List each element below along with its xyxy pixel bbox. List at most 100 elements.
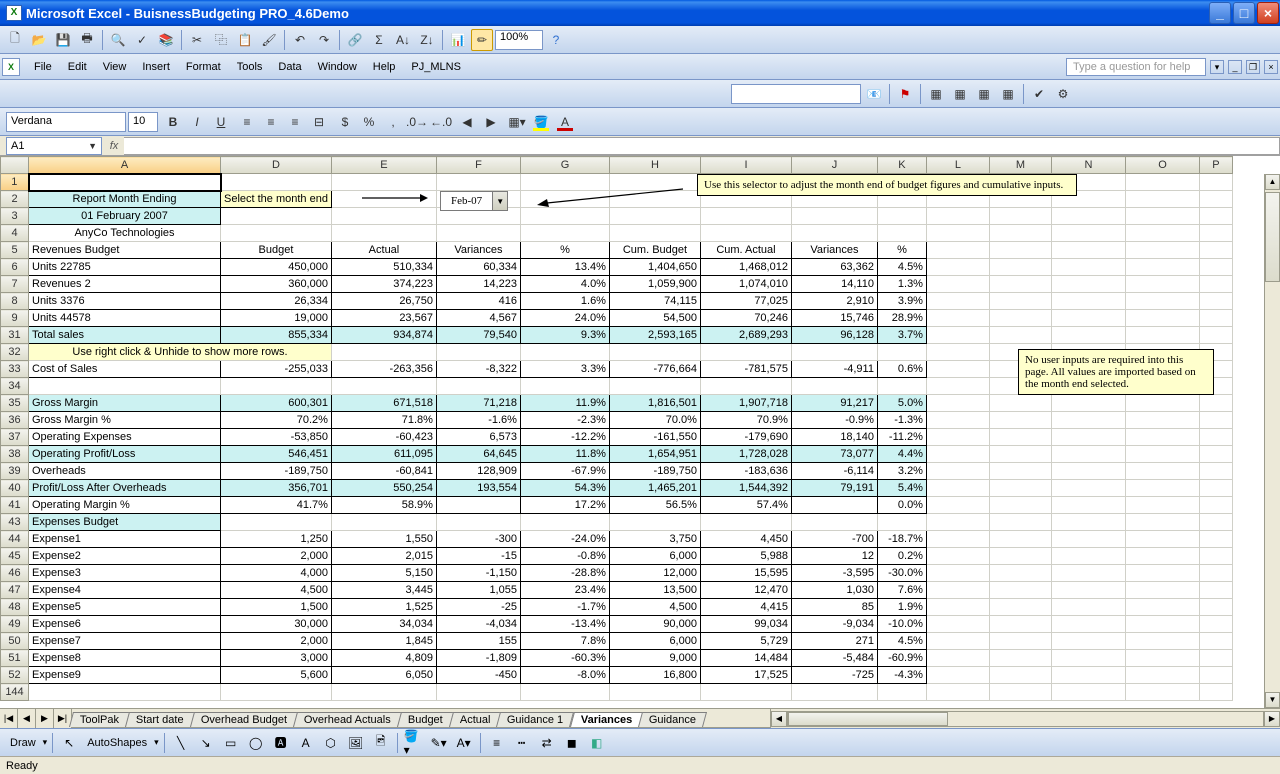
zoom-combo[interactable]: 100%	[495, 30, 543, 50]
new-icon[interactable]: 🗋	[4, 29, 26, 51]
arrow-style-icon[interactable]: ⇄	[536, 732, 558, 754]
menu-data[interactable]: Data	[270, 59, 309, 75]
underline-icon[interactable]: U	[210, 111, 232, 133]
hyperlink-icon[interactable]: 🔗	[344, 29, 366, 51]
pointer-icon[interactable]: ↖	[58, 732, 80, 754]
grid-table[interactable]: ADEFGHIJKLMNOP12Report Month EndingSelec…	[0, 156, 1233, 701]
currency-icon[interactable]: $	[334, 111, 356, 133]
hscroll-left-button[interactable]: ◀	[771, 711, 787, 727]
line-icon[interactable]: ╲	[170, 732, 192, 754]
unknown-combo[interactable]	[731, 84, 861, 104]
tab-guidance[interactable]: Guidance	[638, 712, 707, 727]
grid-icon-1[interactable]: ▦	[925, 83, 947, 105]
line-style-icon[interactable]: ≡	[486, 732, 508, 754]
percent-icon[interactable]: %	[358, 111, 380, 133]
grid-icon-2[interactable]: ▦	[949, 83, 971, 105]
wb-restore[interactable]: ❐	[1246, 60, 1260, 74]
comma-icon[interactable]: ,	[382, 111, 404, 133]
tab-start-date[interactable]: Start date	[125, 712, 195, 727]
font-color-icon[interactable]: A	[554, 111, 576, 133]
3d-icon[interactable]: ◧	[586, 732, 608, 754]
spelling-icon[interactable]: ✓	[131, 29, 153, 51]
copy-icon[interactable]: ⿻	[210, 29, 232, 51]
tab-toolpak[interactable]: ToolPak	[69, 712, 130, 727]
menu-file[interactable]: File	[26, 59, 60, 75]
flag-icon[interactable]: ⚑	[894, 83, 916, 105]
font-name-combo[interactable]: Verdana	[6, 112, 126, 132]
chevron-down-icon[interactable]: ▼	[492, 192, 507, 210]
chart-icon[interactable]: 📊	[447, 29, 469, 51]
textbox-icon[interactable]: 🅰	[270, 732, 292, 754]
merge-center-icon[interactable]: ⊟	[308, 111, 330, 133]
tab-budget[interactable]: Budget	[397, 712, 454, 727]
help-icon[interactable]: ?	[545, 29, 567, 51]
picture-icon[interactable]: 🖻	[370, 732, 392, 754]
decrease-indent-icon[interactable]: ◀	[456, 111, 478, 133]
fx-icon[interactable]: fx	[104, 140, 124, 152]
minimize-button[interactable]: _	[1209, 2, 1231, 24]
format-painter-icon[interactable]: 🖌	[258, 29, 280, 51]
menu-insert[interactable]: Insert	[134, 59, 178, 75]
open-icon[interactable]: 📂	[28, 29, 50, 51]
print-icon[interactable]: 🖶	[76, 29, 98, 51]
hscroll-thumb[interactable]	[788, 712, 948, 726]
align-left-icon[interactable]: ≡	[236, 111, 258, 133]
vertical-scrollbar[interactable]: ▲ ▼	[1264, 174, 1280, 708]
diagram-icon[interactable]: ⬡	[320, 732, 342, 754]
formula-bar[interactable]	[124, 137, 1280, 155]
scroll-down-button[interactable]: ▼	[1265, 692, 1280, 708]
wordart-icon[interactable]: A	[295, 732, 317, 754]
toolbar-btn-y[interactable]: ⚙	[1052, 83, 1074, 105]
print-preview-icon[interactable]: 🔍	[107, 29, 129, 51]
close-button[interactable]: ×	[1257, 2, 1279, 24]
autosum-icon[interactable]: Σ	[368, 29, 390, 51]
tab-first-button[interactable]: |◀	[0, 709, 18, 728]
grid-icon-4[interactable]: ▦	[997, 83, 1019, 105]
borders-icon[interactable]: ▦▾	[506, 111, 528, 133]
grid-icon-3[interactable]: ▦	[973, 83, 995, 105]
horizontal-scrollbar[interactable]: ◀ ▶	[770, 709, 1280, 728]
autoshapes-menu[interactable]: AutoShapes	[83, 737, 151, 749]
drawing-icon[interactable]: ✏	[471, 29, 493, 51]
maximize-button[interactable]: □	[1233, 2, 1255, 24]
wb-close[interactable]: ×	[1264, 60, 1278, 74]
redo-icon[interactable]: ↷	[313, 29, 335, 51]
menu-help[interactable]: Help	[365, 59, 404, 75]
paste-icon[interactable]: 📋	[234, 29, 256, 51]
oval-icon[interactable]: ◯	[245, 732, 267, 754]
cut-icon[interactable]: ✂	[186, 29, 208, 51]
help-dropdown[interactable]: ▾	[1210, 60, 1224, 74]
tab-guidance-1[interactable]: Guidance 1	[496, 712, 574, 727]
wb-minimize[interactable]: _	[1228, 60, 1242, 74]
menu-format[interactable]: Format	[178, 59, 229, 75]
rectangle-icon[interactable]: ▭	[220, 732, 242, 754]
name-box[interactable]: A1▼	[6, 137, 102, 155]
toolbar-btn-x[interactable]: ✔	[1028, 83, 1050, 105]
scroll-up-button[interactable]: ▲	[1265, 174, 1280, 190]
menu-pjmlns[interactable]: PJ_MLNS	[403, 59, 469, 75]
tab-overhead-actuals[interactable]: Overhead Actuals	[293, 712, 402, 727]
menu-view[interactable]: View	[95, 59, 135, 75]
increase-decimal-icon[interactable]: .0→	[406, 111, 428, 133]
menu-window[interactable]: Window	[310, 59, 365, 75]
draw-menu[interactable]: Draw	[6, 737, 40, 749]
shadow-icon[interactable]: ◼	[561, 732, 583, 754]
align-right-icon[interactable]: ≡	[284, 111, 306, 133]
align-center-icon[interactable]: ≡	[260, 111, 282, 133]
bold-icon[interactable]: B	[162, 111, 184, 133]
tab-next-button[interactable]: ▶	[36, 709, 54, 728]
tab-actual[interactable]: Actual	[449, 712, 502, 727]
menu-tools[interactable]: Tools	[229, 59, 271, 75]
scroll-thumb[interactable]	[1265, 192, 1280, 282]
tab-prev-button[interactable]: ◀	[18, 709, 36, 728]
menu-edit[interactable]: Edit	[60, 59, 95, 75]
font-color-draw-icon[interactable]: A▾	[453, 732, 475, 754]
italic-icon[interactable]: I	[186, 111, 208, 133]
arrow-tool-icon[interactable]: ↘	[195, 732, 217, 754]
font-size-combo[interactable]: 10	[128, 112, 158, 132]
research-icon[interactable]: 📚	[155, 29, 177, 51]
save-icon[interactable]: 💾	[52, 29, 74, 51]
fill-color-icon[interactable]: 🪣	[530, 111, 552, 133]
fill-color-draw-icon[interactable]: 🪣▾	[403, 732, 425, 754]
tab-overhead-budget[interactable]: Overhead Budget	[190, 712, 298, 727]
